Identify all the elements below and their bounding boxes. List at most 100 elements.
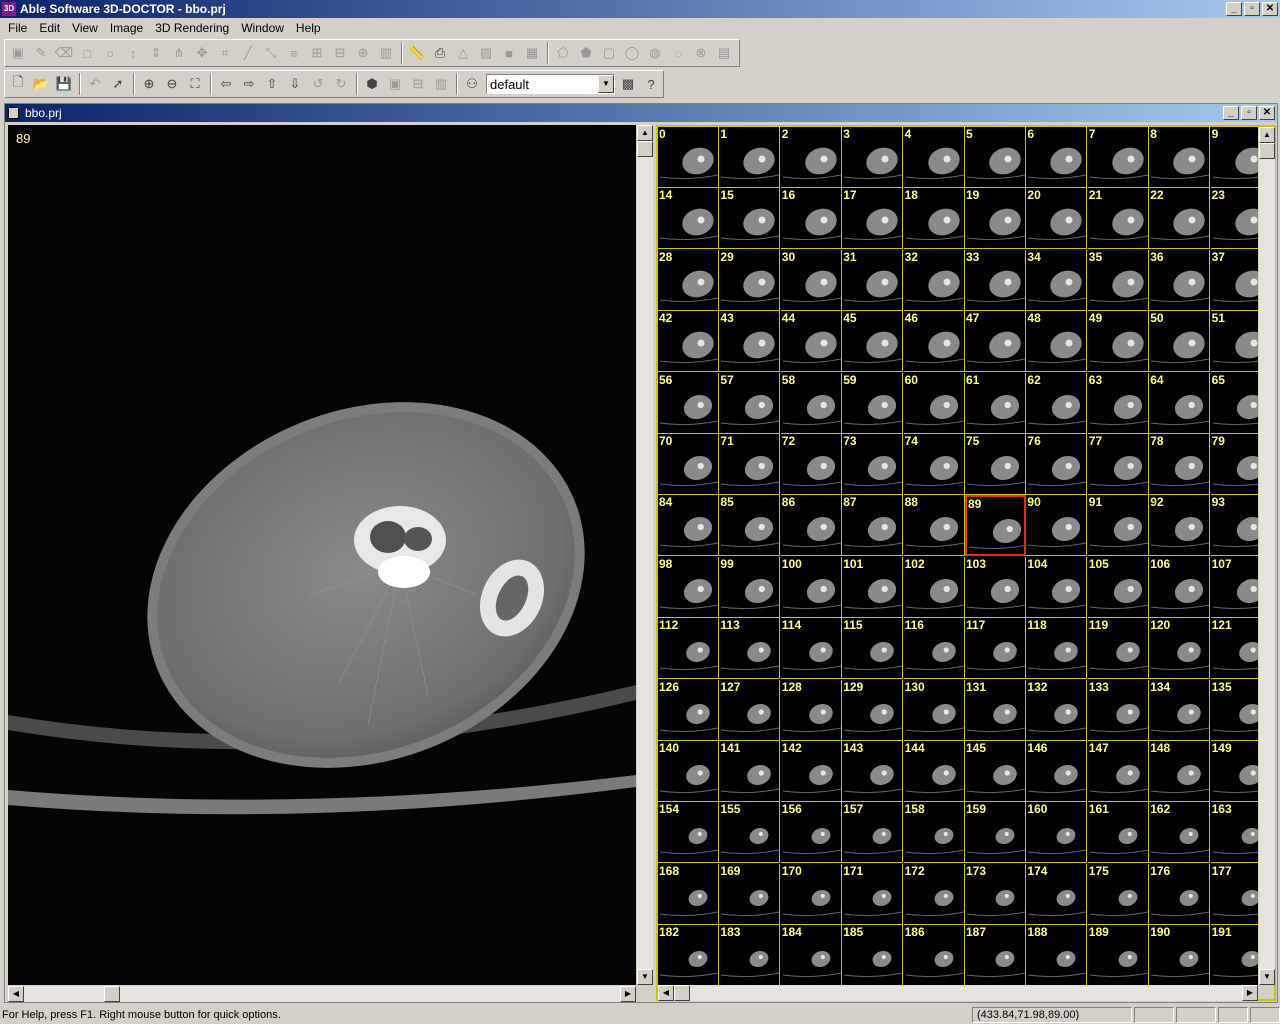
slice-thumbnail[interactable]: 28 [658,249,719,311]
branch-icon[interactable]: ⋔ [168,42,190,64]
slice-thumbnail[interactable]: 128 [780,679,842,741]
main-view-vertical-scrollbar[interactable]: ▲ ▼ [637,125,653,985]
slice-thumbnail[interactable]: 62 [1026,372,1088,434]
slice-thumbnail[interactable]: 114 [780,618,842,680]
rectangle-icon[interactable]: □ [76,42,98,64]
slice-thumbnail[interactable]: 73 [842,434,904,495]
slice-thumbnail[interactable]: 98 [658,556,719,618]
scroll-thumb[interactable] [674,985,690,1001]
scroll-left-icon[interactable]: ◀ [658,985,674,1001]
crop-icon[interactable]: ⌗ [214,42,236,64]
slice-thumbnail[interactable]: 19 [965,188,1026,250]
slice-thumbnail[interactable]: 103 [965,556,1026,618]
slice-thumbnail[interactable]: 154 [658,802,719,864]
slice-thumbnail[interactable]: 58 [780,372,842,434]
slice-thumbnail[interactable]: 29 [719,249,781,311]
slice-thumbnail[interactable]: 183 [719,925,781,985]
slice-thumbnail[interactable]: 87 [842,495,904,557]
slice-thumbnail[interactable]: 101 [842,556,904,618]
menu-window[interactable]: Window [235,18,290,38]
slice-thumbnail[interactable]: 33 [965,249,1026,311]
slice-thumbnail[interactable]: 0 [658,127,719,188]
open-folder-icon[interactable]: 📂 [30,73,52,95]
slice-thumbnail[interactable]: 158 [903,802,965,864]
slice-thumbnail[interactable]: 127 [719,679,781,741]
scroll-up-icon[interactable]: ▲ [637,125,653,141]
delete-object-icon[interactable]: ⊗ [690,42,712,64]
arrow-up-icon[interactable]: ⇧ [261,73,283,95]
slice-thumbnail[interactable]: 105 [1087,556,1149,618]
rotate-ccw-icon[interactable]: ↺ [307,73,329,95]
slice-thumbnail[interactable]: 130 [903,679,965,741]
draw-polyline-icon[interactable]: ✎ [30,42,52,64]
slice-thumbnail[interactable]: 132 [1026,679,1088,741]
scroll-down-icon[interactable]: ▼ [1259,969,1275,985]
slice-thumbnail[interactable]: 20 [1026,188,1088,250]
network-icon[interactable]: ⚇ [461,73,483,95]
slice-thumbnail[interactable]: 146 [1026,741,1088,802]
slice-thumbnail[interactable]: 141 [719,741,781,802]
blob-icon[interactable]: ◍ [644,42,666,64]
slice-thumbnail[interactable]: 168 [658,863,719,925]
slice-thumbnail[interactable]: 160 [1026,802,1088,864]
slice-thumbnail[interactable]: 56 [658,372,719,434]
slice-thumbnail[interactable]: 7 [1087,127,1149,188]
slice-thumbnail[interactable]: 78 [1149,434,1211,495]
smooth-icon[interactable]: ◌ [667,42,689,64]
slice-thumbnail[interactable]: 6 [1026,127,1088,188]
slice-thumbnail[interactable]: 116 [903,618,965,680]
film-strip-icon[interactable]: ▥ [430,73,452,95]
circle-icon[interactable]: ◯ [621,42,643,64]
chevron-down-icon[interactable]: ▼ [598,75,614,93]
select-region-icon[interactable]: ▣ [7,42,29,64]
slice-thumbnail[interactable]: 17 [842,188,904,250]
slice-thumbnail[interactable]: 100 [780,556,842,618]
profile-select[interactable]: default ▼ [486,74,615,94]
arrow-right-icon[interactable]: ⇨ [238,73,260,95]
main-view-horizontal-scrollbar[interactable]: ◀ ▶ [8,986,636,1002]
slice-thumbnail[interactable]: 46 [903,311,965,373]
slice-thumbnail[interactable]: 57 [719,372,781,434]
slice-thumbnail[interactable]: 121 [1210,618,1258,680]
slice-thumbnail[interactable]: 89 [965,495,1027,557]
scroll-thumb[interactable] [104,986,120,1002]
move-points-icon[interactable]: ✥ [191,42,213,64]
slice-thumbnail[interactable]: 184 [781,925,842,985]
menu-file[interactable]: File [2,18,33,38]
slice-thumbnail[interactable]: 112 [658,618,719,680]
align-icon[interactable]: ≡ [283,42,305,64]
slice-thumbnail[interactable]: 43 [719,311,781,373]
triangle-icon[interactable]: △ [452,42,474,64]
slice-thumbnail[interactable]: 23 [1210,188,1258,250]
slice-thumbnail[interactable]: 106 [1149,556,1211,618]
rotate-cw-icon[interactable]: ↻ [330,73,352,95]
slice-thumbnail[interactable]: 115 [842,618,904,680]
slice-thumbnail[interactable]: 177 [1210,864,1258,925]
menu-edit[interactable]: Edit [33,18,66,38]
slice-thumbnail[interactable]: 49 [1087,311,1149,373]
slice-thumbnail[interactable]: 92 [1149,495,1211,557]
line-tool-icon[interactable]: ╱ [237,42,259,64]
slice-thumbnail[interactable]: 2 [780,127,842,188]
ruler-icon[interactable]: 📏 [406,42,428,64]
slice-thumbnail[interactable]: 50 [1149,311,1211,373]
slice-thumbnail[interactable]: 173 [965,863,1026,925]
restore-button[interactable]: ▫ [1244,2,1260,16]
slice-thumbnail[interactable]: 144 [903,741,965,802]
menu-image[interactable]: Image [104,18,149,38]
arrow-down-icon[interactable]: ⇩ [284,73,306,95]
thumbnail-vertical-scrollbar[interactable]: ▲ ▼ [1259,127,1275,985]
slice-thumbnail[interactable]: 64 [1149,372,1211,434]
slice-thumbnail[interactable]: 37 [1210,250,1258,311]
slice-thumbnail[interactable]: 9 [1210,127,1258,188]
picture-icon[interactable]: ▨ [475,42,497,64]
slice-thumbnail[interactable]: 35 [1087,249,1149,311]
slice-thumbnail[interactable]: 170 [780,863,842,925]
slice-thumbnail[interactable]: 143 [842,741,904,802]
slice-thumbnail[interactable]: 75 [965,434,1026,495]
new-file-icon[interactable]: 🗋 [7,73,29,95]
slice-thumbnail[interactable]: 59 [842,372,904,434]
scroll-thumb[interactable] [637,141,653,157]
slice-thumbnail[interactable]: 76 [1026,434,1088,495]
slice-thumbnail[interactable]: 72 [780,434,842,495]
